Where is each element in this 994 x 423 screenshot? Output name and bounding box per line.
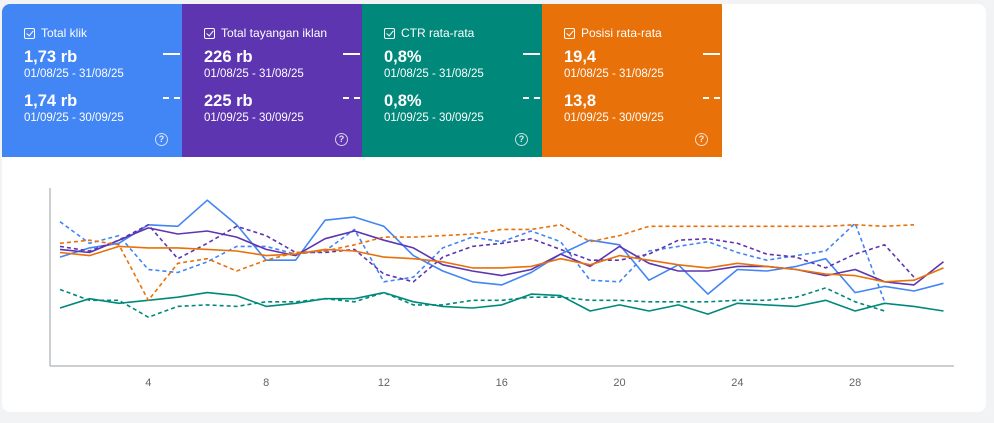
series-line-ctr-previous — [59, 287, 885, 318]
x-tick-label: 28 — [849, 377, 861, 389]
performance-chart: 4 8 12 16 20 24 28 — [49, 188, 954, 389]
x-tick-label: 8 — [263, 377, 269, 389]
series-line-position-previous — [59, 224, 915, 302]
series-line-ctr-current — [59, 291, 944, 315]
x-tick-label: 12 — [378, 377, 390, 389]
x-tick-label: 4 — [145, 377, 151, 389]
performance-card: Total klik 1,73 rb 01/08/25 - 31/08/25 1,74… — [2, 4, 986, 412]
series-line-impressions-current — [59, 227, 944, 286]
x-tick-label: 24 — [731, 377, 743, 389]
series-line-clicks-current — [59, 199, 944, 295]
x-tick-label: 16 — [496, 377, 508, 389]
x-tick-label: 20 — [613, 377, 625, 389]
